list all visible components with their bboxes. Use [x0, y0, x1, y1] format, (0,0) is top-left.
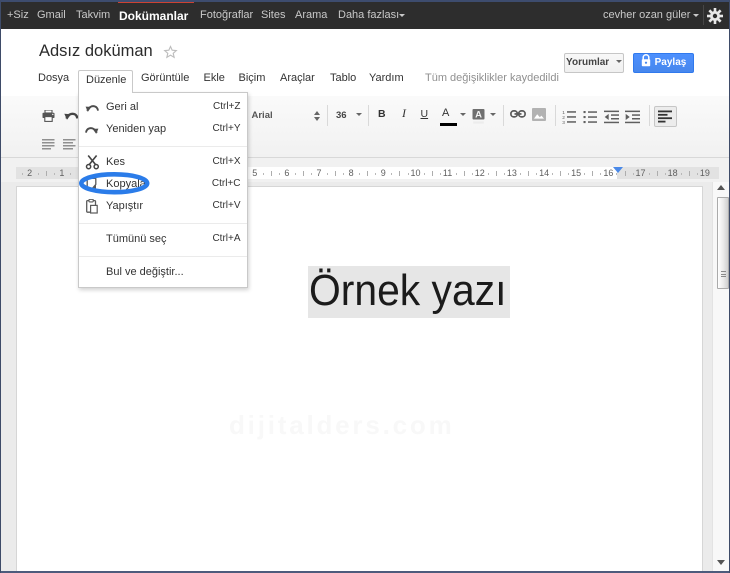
svg-text:A: A [475, 109, 482, 120]
svg-text:3: 3 [562, 120, 565, 124]
